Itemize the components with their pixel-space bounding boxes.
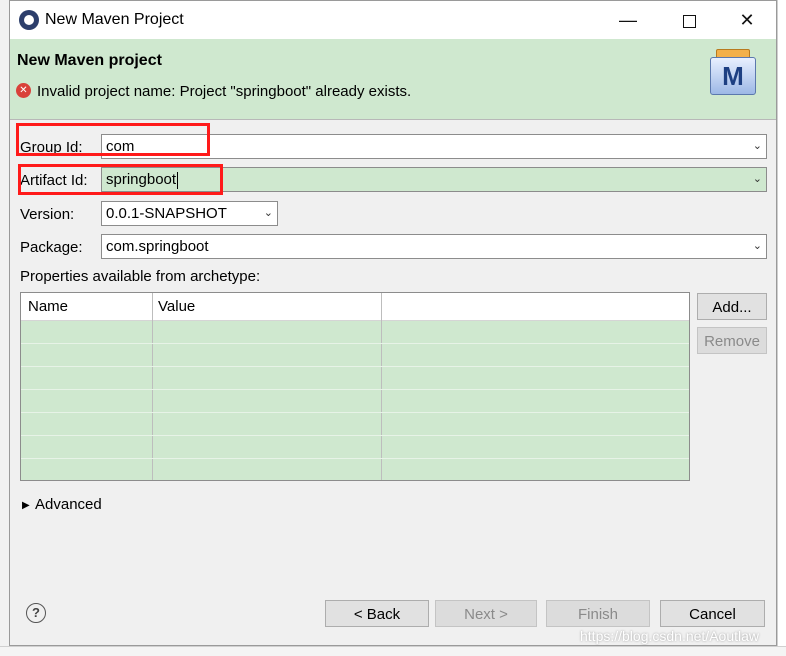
- chevron-down-icon[interactable]: ⌄: [753, 168, 762, 191]
- help-icon[interactable]: ?: [26, 603, 46, 623]
- app-icon: [19, 10, 39, 30]
- wizard-header: New Maven project ✕ Invalid project name…: [10, 39, 776, 120]
- column-header-name[interactable]: Name: [28, 298, 68, 315]
- package-combo[interactable]: com.springboot ⌄: [101, 234, 767, 259]
- error-message: Invalid project name: Project "springboo…: [37, 83, 412, 100]
- row-divider: [21, 412, 689, 413]
- chevron-down-icon[interactable]: ⌄: [753, 135, 762, 158]
- remove-button[interactable]: Remove: [697, 327, 767, 354]
- cancel-button[interactable]: Cancel: [660, 600, 765, 627]
- watermark: https://blog.csdn.net/Aoutlaw: [580, 628, 759, 644]
- package-label: Package:: [20, 239, 83, 256]
- advanced-toggle[interactable]: Advanced: [35, 496, 102, 513]
- properties-label: Properties available from archetype:: [20, 268, 261, 285]
- minimize-icon[interactable]: —: [605, 1, 651, 39]
- row-divider: [21, 435, 689, 436]
- properties-table[interactable]: Name Value: [20, 292, 690, 481]
- row-divider: [21, 343, 689, 344]
- error-icon: ✕: [16, 83, 31, 98]
- highlight-box-artifact-id: [18, 164, 223, 195]
- new-maven-project-dialog: New Maven Project — ✕ New Maven project …: [9, 0, 777, 646]
- close-icon[interactable]: ✕: [724, 1, 770, 39]
- title-bar: New Maven Project — ✕: [10, 1, 776, 39]
- version-select[interactable]: 0.0.1-SNAPSHOT ⌄: [101, 201, 278, 226]
- wizard-title: New Maven project: [17, 52, 162, 69]
- table-header: Name Value: [21, 293, 689, 321]
- maximize-icon[interactable]: [666, 1, 712, 39]
- next-button[interactable]: Next >: [435, 600, 537, 627]
- maven-logo-icon: M: [702, 43, 768, 99]
- chevron-down-icon[interactable]: ⌄: [264, 202, 273, 225]
- chevron-down-icon[interactable]: ⌄: [753, 235, 762, 258]
- row-divider: [21, 458, 689, 459]
- back-button[interactable]: < Back: [325, 600, 429, 627]
- column-divider: [381, 293, 382, 480]
- version-label: Version:: [20, 206, 75, 223]
- add-button[interactable]: Add...: [697, 293, 767, 320]
- row-divider: [21, 389, 689, 390]
- expand-arrow-icon[interactable]: ▶: [22, 500, 30, 511]
- column-divider: [152, 293, 153, 480]
- row-divider: [21, 366, 689, 367]
- highlight-box-group-id: [16, 123, 210, 156]
- ide-background-right: [777, 0, 786, 655]
- window-title: New Maven Project: [45, 11, 184, 28]
- finish-button[interactable]: Finish: [546, 600, 650, 627]
- column-header-value[interactable]: Value: [158, 298, 195, 315]
